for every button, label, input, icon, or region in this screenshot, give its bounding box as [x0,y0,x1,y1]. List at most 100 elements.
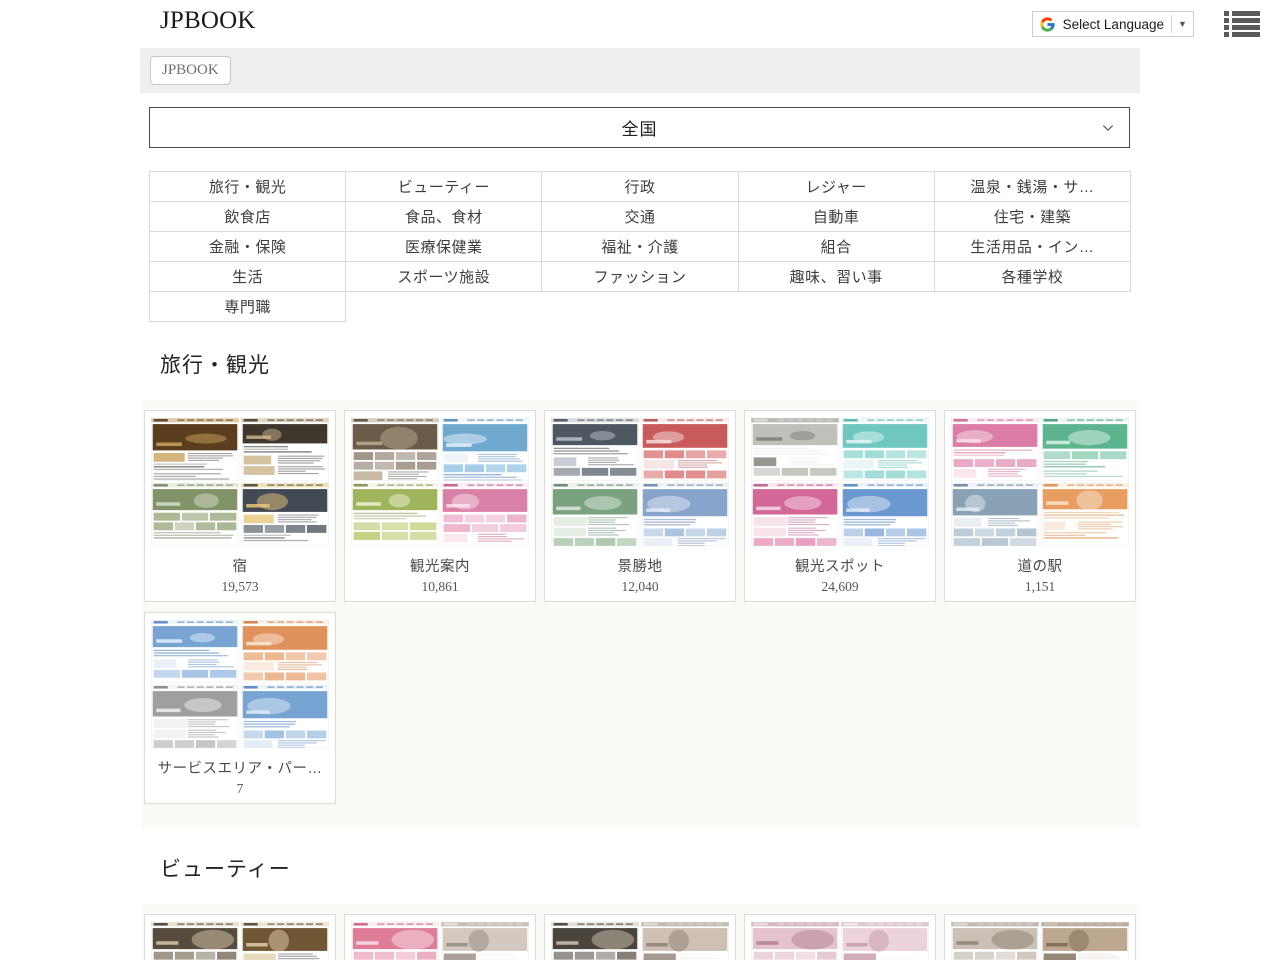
category-cell[interactable]: 組合 [737,231,935,262]
website-thumbnail-icon [641,483,729,546]
card-label: 観光スポット [795,559,885,575]
website-thumbnail-icon [441,418,529,481]
category-card[interactable]: 道の駅 1,151 [944,410,1136,602]
website-thumbnail-icon [951,483,1039,546]
category-cell[interactable]: 金融・保険 [148,231,347,262]
category-card[interactable]: 景勝地 12,040 [544,410,736,602]
website-thumbnail-icon [841,922,929,960]
category-cell[interactable]: 福祉・介護 [541,231,739,262]
card-label: 景勝地 [617,559,663,575]
website-thumbnail-icon [351,418,439,481]
website-thumbnail-icon [641,922,729,960]
category-cell[interactable]: 交通 [541,201,739,232]
card-count: 7 [236,781,244,796]
menu-row [1224,25,1260,30]
website-thumbnail-icon [351,922,439,960]
category-table: 旅行・観光 ビューティー 行政 レジャー 温泉・銭湯・サ… 飲食店 食品、食材 交通 自動車 住宅… [148,171,1131,322]
section-card-container: 宿 19,573 観光案内 10,861 景勝地 12,040 観光スポット 24,609 道の… [142,400,1140,828]
category-cell[interactable]: 旅行・観光 [148,171,347,202]
menu-row [1224,32,1260,37]
category-cell[interactable]: 生活 [148,261,347,292]
category-card[interactable]: 観光案内 10,861 [344,410,536,602]
category-cell[interactable]: ファッション [541,261,739,292]
card-label: 宿 [232,559,248,575]
category-card[interactable]: 宿 19,573 [144,410,336,602]
category-cell[interactable]: 食品、食材 [345,201,543,232]
category-card[interactable] [744,914,936,960]
website-thumbnail-icon [951,418,1039,481]
category-card[interactable] [544,914,736,960]
category-cell-empty [934,292,1130,322]
website-thumbnail-icon [841,418,929,481]
region-select[interactable]: 全国 [149,107,1130,148]
category-cell[interactable]: 行政 [541,171,739,202]
site-brand[interactable]: JPBOOK [160,6,256,36]
website-thumbnail-icon [1041,922,1129,960]
category-cell-empty [346,292,542,322]
card-row: 宿 19,573 観光案内 10,861 景勝地 12,040 観光スポット 24,609 道の… [142,410,1140,602]
category-cell-empty [738,292,934,322]
website-thumbnail-icon [751,922,839,960]
category-cell[interactable]: スポーツ施設 [345,261,543,292]
category-cell[interactable]: 専門職 [148,291,347,322]
language-selector[interactable]: Select Language ▼ [1031,11,1194,37]
website-thumbnail-icon [151,418,239,481]
region-select-value: 全国 [621,120,658,139]
website-thumbnail-icon [751,418,839,481]
website-thumbnail-icon [441,922,529,960]
card-thumbnail-grid [151,418,329,546]
card-row [142,914,1140,960]
chevron-down-icon[interactable]: ▼ [1171,15,1193,33]
card-thumbnail-grid [151,922,329,960]
category-cell[interactable]: 温泉・銭湯・サ… [933,171,1131,202]
category-card[interactable]: 観光スポット 24,609 [744,410,936,602]
category-cell-empty [542,292,738,322]
category-cell[interactable]: 自動車 [737,201,935,232]
website-thumbnail-icon [151,620,239,683]
category-row: 旅行・観光 ビューティー 行政 レジャー 温泉・銭湯・サ… [148,171,1131,202]
website-thumbnail-icon [241,418,329,481]
card-count: 24,609 [821,579,859,594]
card-label: サービスエリア・パー… [157,761,323,777]
website-thumbnail-icon [151,685,239,748]
chevron-down-icon [1101,121,1115,135]
website-thumbnail-icon [351,483,439,546]
category-cell[interactable]: 趣味、習い事 [737,261,935,292]
card-count: 19,573 [221,579,259,594]
card-count: 1,151 [1024,579,1056,594]
category-row: 飲食店 食品、食材 交通 自動車 住宅・建築 [148,201,1131,232]
card-thumbnail-grid [951,922,1129,960]
card-label: 道の駅 [1017,559,1063,575]
website-thumbnail-icon [751,483,839,546]
category-card[interactable]: サービスエリア・パー… 7 [144,612,336,804]
category-cell[interactable]: レジャー [737,171,935,202]
section-title: ビューティー [160,858,291,881]
section-title: 旅行・観光 [160,354,270,377]
breadcrumb: JPBOOK [140,48,1140,93]
card-thumbnail-grid [951,418,1129,546]
category-card[interactable] [344,914,536,960]
card-thumbnail-grid [351,922,529,960]
category-cell[interactable]: 飲食店 [148,201,347,232]
category-cell[interactable]: 住宅・建築 [933,201,1131,232]
category-cell[interactable]: 医療保健業 [345,231,543,262]
website-thumbnail-icon [551,483,639,546]
card-count: 10,861 [421,579,459,594]
site-header: JPBOOK Select Language ▼ [0,0,1280,48]
website-thumbnail-icon [441,483,529,546]
card-thumbnail-grid [551,922,729,960]
card-thumbnail-grid [351,418,529,546]
category-cell[interactable]: ビューティー [345,171,543,202]
card-count: 12,040 [621,579,659,594]
list-menu-icon[interactable] [1224,9,1260,39]
category-row: 金融・保険 医療保健業 福祉・介護 組合 生活用品・イン… [148,231,1131,262]
section-card-container [142,904,1140,960]
menu-row [1224,18,1260,23]
category-cell[interactable]: 生活用品・イン… [933,231,1131,262]
category-card[interactable] [144,914,336,960]
category-card[interactable] [944,914,1136,960]
breadcrumb-item-jpbook[interactable]: JPBOOK [150,56,231,85]
website-thumbnail-icon [1041,483,1129,546]
language-selector-label: Select Language [1062,16,1164,32]
category-cell[interactable]: 各種学校 [933,261,1131,292]
